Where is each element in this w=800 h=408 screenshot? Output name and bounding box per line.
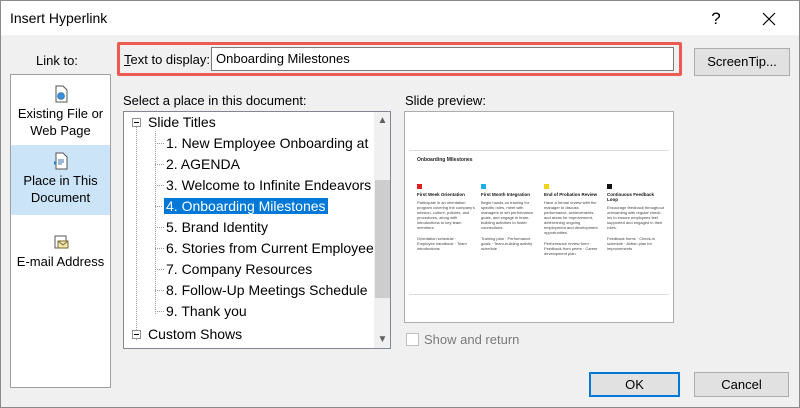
tree-item-2[interactable]: 2. AGENDA: [164, 154, 242, 175]
slide-column-1: First Week Orientation Participate in an…: [417, 184, 475, 251]
scroll-up-icon[interactable]: ▲: [374, 112, 390, 129]
tree-branch: [155, 269, 164, 270]
tree-root-label: Custom Shows: [148, 326, 243, 342]
tree-item-label: 6. Stories from Current Employee: [166, 240, 374, 256]
tree-item-label: 1. New Employee Onboarding at: [166, 135, 369, 151]
link-to-label: Link to:: [36, 53, 78, 68]
slide-column-body: Encourage feedback throughout onboarding…: [607, 205, 664, 230]
tree-branch: [155, 227, 164, 228]
link-place-label1: Place in This: [23, 173, 98, 188]
tree-root-line: [136, 126, 137, 340]
slide-preview: Onboarding Milestones First Week Orienta…: [404, 111, 674, 323]
checkbox-box[interactable]: [406, 333, 419, 346]
tree-branch: [155, 311, 164, 312]
color-marker: [544, 184, 549, 189]
color-marker: [607, 184, 612, 189]
slide-column-2: First Month Integration Begin hands-on t…: [481, 184, 539, 251]
slide-column-4: Continuous Feedback Loop Encourage feedb…: [607, 184, 665, 251]
slide-column-list: Performance review form · Feedback from …: [544, 241, 598, 256]
link-place-in-document[interactable]: Place in This Document: [11, 145, 110, 215]
email-icon: [54, 235, 68, 249]
tree-branch: [155, 248, 164, 249]
slide-column-heading: First Week Orientation: [417, 192, 465, 197]
close-button[interactable]: [749, 5, 789, 33]
tree-root-label: Slide Titles: [148, 114, 216, 130]
tree-item-label: 3. Welcome to Infinite Endeavors: [166, 177, 372, 193]
tree-item-label: 5. Brand Identity: [166, 219, 268, 235]
cancel-button[interactable]: Cancel: [694, 372, 789, 397]
slide-preview-label: Slide preview:: [405, 93, 486, 108]
slide-column-heading: First Month Integration: [481, 192, 530, 197]
tree-item-label: 8. Follow-Up Meetings Schedule: [166, 282, 368, 298]
slide-column-list: Training plan · Performance goals · Team…: [481, 236, 533, 251]
scroll-down-icon[interactable]: ▼: [374, 331, 390, 348]
tree-root-custom-shows[interactable]: Custom Shows: [124, 324, 244, 345]
tree-branch: [155, 206, 164, 207]
tree-item-6[interactable]: 6. Stories from Current Employee: [164, 238, 374, 259]
tree-item-3[interactable]: 3. Welcome to Infinite Endeavors: [164, 175, 373, 196]
place-tree[interactable]: Slide Titles 1. New Employee Onboarding …: [123, 111, 391, 349]
tree-item-label: 7. Company Resources: [166, 261, 313, 277]
tree-item-4-selected[interactable]: 4. Onboarding Milestones: [163, 196, 329, 217]
place-label: Select a place in this document:: [123, 93, 307, 108]
tree-branch: [155, 185, 164, 186]
tree-branch: [155, 143, 164, 144]
document-place-icon: [53, 152, 67, 170]
link-place-label2: Document: [30, 190, 91, 205]
slide-column-list: Feedback forms · Check-in schedule · Act…: [607, 236, 656, 251]
close-icon: [762, 12, 776, 26]
show-and-return-checkbox[interactable]: Show and return: [406, 332, 519, 347]
slide-column-list: Orientation schedule · Employee handbook…: [417, 236, 467, 251]
slide-column-heading: Continuous Feedback Loop: [607, 192, 655, 202]
slide-column-body: Begin hands-on training for specific rol…: [481, 200, 534, 230]
tree-item-label: 4. Onboarding Milestones: [163, 197, 329, 215]
tree-child-line: [155, 131, 156, 314]
tree-branch: [155, 290, 164, 291]
annotation-highlight: [117, 42, 682, 76]
link-existing-file-label2: Web Page: [30, 123, 91, 138]
tree-item-8[interactable]: 8. Follow-Up Meetings Schedule: [164, 280, 370, 301]
tree-item-9[interactable]: 9. Thank you: [164, 301, 249, 322]
slide-thumbnail: Onboarding Milestones First Week Orienta…: [409, 150, 669, 295]
collapse-icon[interactable]: [132, 330, 141, 339]
ok-button[interactable]: OK: [589, 372, 680, 397]
dialog-title: Insert Hyperlink: [10, 10, 108, 26]
collapse-icon[interactable]: [132, 118, 141, 127]
link-email-address[interactable]: E-mail Address: [11, 225, 110, 277]
tree-item-7[interactable]: 7. Company Resources: [164, 259, 314, 280]
link-existing-file-label1: Existing File or: [17, 106, 104, 121]
slide-column-heading: End of Probation Review: [544, 192, 598, 197]
link-to-bar: Existing File or Web Page Place in This …: [10, 74, 111, 388]
place-tree-content: Slide Titles 1. New Employee Onboarding …: [124, 112, 374, 348]
link-email-label: E-mail Address: [16, 254, 105, 269]
scroll-thumb[interactable]: [375, 180, 390, 298]
tree-root-slide-titles[interactable]: Slide Titles: [124, 112, 218, 133]
title-bar: Insert Hyperlink ?: [1, 1, 799, 35]
tree-item-5[interactable]: 5. Brand Identity: [164, 217, 270, 238]
slide-column-body: Participate in an orientation program co…: [417, 200, 475, 230]
color-marker: [481, 184, 486, 189]
slide-title: Onboarding Milestones: [417, 157, 473, 163]
tree-item-label: 2. AGENDA: [166, 156, 240, 172]
tree-item-label: 9. Thank you: [166, 303, 247, 319]
tree-scrollbar[interactable]: ▲ ▼: [374, 112, 390, 348]
show-and-return-label: Show and return: [424, 332, 520, 347]
tree-item-1[interactable]: 1. New Employee Onboarding at: [164, 133, 370, 154]
link-existing-file[interactable]: Existing File or Web Page: [11, 81, 110, 145]
screentip-button[interactable]: ScreenTip...: [694, 48, 790, 76]
help-button[interactable]: ?: [698, 5, 734, 33]
slide-column-body: Have a formal review with the manager to…: [544, 200, 598, 235]
insert-hyperlink-dialog: Insert Hyperlink ? Link to: Existing Fil…: [0, 0, 800, 408]
file-globe-icon: [55, 85, 67, 103]
tree-branch: [155, 164, 164, 165]
color-marker: [417, 184, 422, 189]
slide-column-3: End of Probation Review Have a formal re…: [544, 184, 602, 256]
